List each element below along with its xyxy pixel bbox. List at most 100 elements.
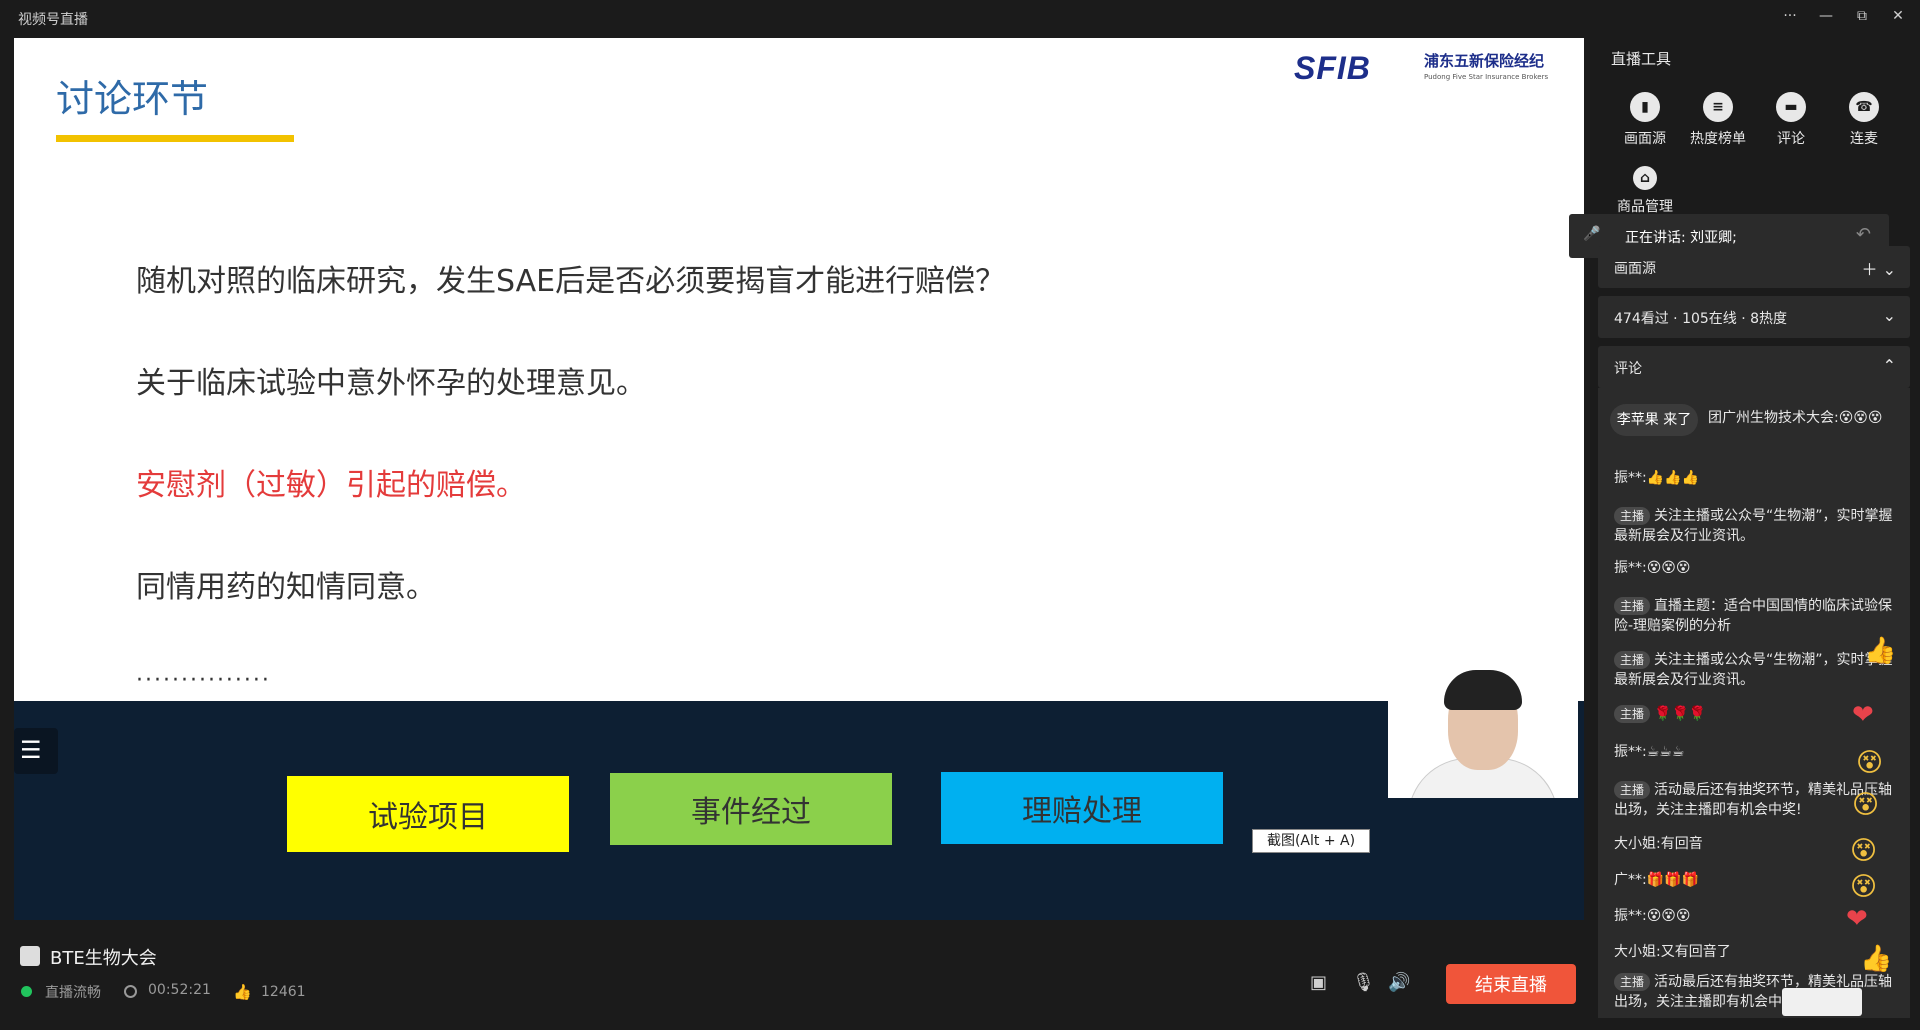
end-live-button[interactable]: 结束直播 bbox=[1446, 964, 1576, 1004]
muted-mic-icon: 🎤 bbox=[1583, 226, 1601, 242]
title-underline bbox=[56, 135, 294, 142]
chevron-down-icon[interactable]: ⌄ bbox=[1883, 306, 1896, 325]
add-chevron-icon[interactable]: ＋ ⌄ bbox=[1862, 256, 1897, 280]
section-comments[interactable]: 评论 ⌃ bbox=[1598, 346, 1910, 388]
box-event: 事件经过 bbox=[610, 773, 892, 845]
floating-smile-icon: 😵 bbox=[1852, 790, 1880, 820]
comment-item: 主播 直播主题：适合中国国情的临床试验保险-理赔案例的分析 bbox=[1614, 596, 1904, 636]
comment-text: 振**:👍👍👍 bbox=[1614, 470, 1700, 486]
live-duration: 00:52:21 bbox=[148, 982, 211, 998]
comment-item: 主播 关注主播或公众号“生物潮”，实时掌握最新展会及行业资讯。 bbox=[1614, 650, 1904, 690]
presenter-hair bbox=[1444, 670, 1522, 710]
tray-icons[interactable] bbox=[1782, 988, 1862, 1016]
comment-item: 振**:😵😵😵 bbox=[1614, 558, 1904, 578]
like-icon: 👍 bbox=[233, 983, 252, 1001]
comment-text: 振**:☕☕☕ bbox=[1614, 744, 1685, 760]
speaker-icon[interactable]: 🔊 bbox=[1388, 972, 1410, 993]
tool-comments[interactable]: ▬ 评论 bbox=[1754, 92, 1828, 148]
host-tag: 主播 bbox=[1614, 781, 1651, 799]
menu-icon: ☰ bbox=[20, 736, 42, 764]
box-claims: 理赔处理 bbox=[941, 772, 1223, 844]
question-3: 安慰剂（过敏）引起的赔偿。 bbox=[136, 468, 526, 503]
panel-title: 直播工具 bbox=[1611, 50, 1672, 68]
tool-hot-list[interactable]: ≡ 热度榜单 bbox=[1681, 92, 1755, 148]
box-trial-project: 试验项目 bbox=[287, 776, 569, 852]
host-tag: 主播 bbox=[1614, 651, 1651, 669]
host-tag: 主播 bbox=[1614, 597, 1651, 615]
screenshot-tooltip: 截图(Alt + A) bbox=[1252, 829, 1370, 853]
sfib-logo: SFIB 浦东五新保险经纪 Pudong Five Star Insurance… bbox=[1294, 48, 1576, 86]
comment-text: 关注主播或公众号“生物潮”，实时掌握最新展会及行业资讯。 bbox=[1614, 652, 1893, 688]
microphone-icon[interactable]: 🎙 bbox=[1352, 972, 1375, 993]
clock-icon bbox=[124, 985, 137, 998]
slide-ellipsis: ··············· bbox=[136, 668, 271, 693]
comment-text: 振**:😵😵😵 bbox=[1614, 908, 1691, 924]
list-icon: ≡ bbox=[1703, 92, 1733, 122]
floating-heart-icon: ❤ bbox=[1846, 904, 1868, 934]
stats-text: 474看过 · 105在线 · 8热度 bbox=[1614, 311, 1788, 327]
comment-item: 团广州生物技术大会:😵😵😵 bbox=[1708, 408, 1908, 428]
camera-icon[interactable]: ▣ bbox=[1310, 972, 1327, 993]
bag-icon: ⌂ bbox=[1633, 166, 1657, 190]
tool-label: 商品管理 bbox=[1617, 199, 1673, 215]
close-icon[interactable]: ✕ bbox=[1886, 4, 1910, 28]
floating-smile-icon: 😵 bbox=[1850, 836, 1878, 866]
room-icon bbox=[20, 946, 40, 966]
speaking-text: 正在讲话: 刘亚卿; bbox=[1625, 230, 1737, 246]
comment-text: 大小姐:又有回音了 bbox=[1614, 944, 1731, 960]
comment-text: 振**:😵😵😵 bbox=[1614, 560, 1691, 576]
like-count: 12461 bbox=[261, 984, 306, 1000]
logo-cn: 浦东五新保险经纪 bbox=[1424, 52, 1545, 70]
comment-text: 活动最后还有抽奖环节，精美礼品压轴出场，关注主播即有机会中奖! bbox=[1614, 782, 1893, 818]
section-label: 评论 bbox=[1614, 361, 1642, 377]
app-title: 视频号直播 bbox=[18, 12, 88, 28]
slide-title: 讨论环节 bbox=[56, 77, 209, 121]
tool-label: 连麦 bbox=[1850, 131, 1878, 147]
section-screen-source[interactable]: 画面源 ＋ ⌄ bbox=[1598, 246, 1910, 288]
viewer-joined-toast: 李苹果 来了 bbox=[1610, 404, 1698, 436]
tool-co-host[interactable]: ☎ 连麦 bbox=[1827, 92, 1901, 148]
webcam-overlay bbox=[1388, 662, 1578, 798]
section-stats[interactable]: 474看过 · 105在线 · 8热度 ⌄ bbox=[1598, 296, 1910, 338]
comment-text: 广**:🎁🎁🎁 bbox=[1614, 872, 1700, 888]
title-bar: 视频号直播 ··· — ⧉ ✕ bbox=[0, 0, 1920, 36]
phone-icon: ☎ bbox=[1849, 92, 1879, 122]
section-label: 画面源 bbox=[1614, 261, 1656, 277]
reply-icon[interactable]: ↶ bbox=[1856, 224, 1871, 245]
tool-screen-source[interactable]: ▮ 画面源 bbox=[1608, 92, 1682, 148]
status-dot-icon bbox=[21, 986, 32, 997]
screen-source-icon: ▮ bbox=[1630, 92, 1660, 122]
comment-icon: ▬ bbox=[1776, 92, 1806, 122]
tool-products[interactable]: ⌂ 商品管理 bbox=[1608, 166, 1682, 216]
logo-en: Pudong Five Star Insurance Brokers bbox=[1424, 73, 1549, 81]
restore-icon[interactable]: ⧉ bbox=[1850, 4, 1874, 28]
stream-status: 直播流畅 bbox=[45, 985, 101, 1001]
floating-heart-icon: ❤ bbox=[1852, 700, 1874, 730]
more-icon[interactable]: ··· bbox=[1778, 4, 1802, 28]
comment-text: 直播主题：适合中国国情的临床试验保险-理赔案例的分析 bbox=[1614, 598, 1893, 634]
minimize-icon[interactable]: — bbox=[1814, 4, 1838, 28]
comment-text: 团广州生物技术大会:😵😵😵 bbox=[1708, 410, 1883, 426]
question-4: 同情用药的知情同意。 bbox=[136, 570, 436, 605]
chevron-up-icon[interactable]: ⌃ bbox=[1883, 356, 1896, 375]
tool-label: 画面源 bbox=[1624, 131, 1666, 147]
slide-menu-button[interactable]: ☰ bbox=[14, 728, 58, 774]
comment-text: 大小姐:有回音 bbox=[1614, 836, 1703, 852]
host-tag: 主播 bbox=[1614, 507, 1651, 525]
floating-thumb-icon: 👍 bbox=[1864, 636, 1897, 666]
room-name: BTE生物大会 bbox=[50, 948, 157, 969]
floating-smile-icon: 😵 bbox=[1856, 748, 1884, 778]
question-2: 关于临床试验中意外怀孕的处理意见。 bbox=[136, 366, 646, 401]
host-tag: 主播 bbox=[1614, 705, 1651, 723]
tool-label: 评论 bbox=[1777, 131, 1805, 147]
floating-smile-icon: 😵 bbox=[1850, 872, 1878, 902]
comment-text: 关注主播或公众号“生物潮”，实时掌握最新展会及行业资讯。 bbox=[1614, 508, 1893, 544]
comment-text: 🌹🌹🌹 bbox=[1654, 706, 1707, 722]
comment-item: 主播 关注主播或公众号“生物潮”，实时掌握最新展会及行业资讯。 bbox=[1614, 506, 1904, 546]
comment-item: 振**:👍👍👍 bbox=[1614, 468, 1904, 488]
host-tag: 主播 bbox=[1614, 973, 1651, 991]
live-preview: 讨论环节 SFIB 浦东五新保险经纪 Pudong Five Star Insu… bbox=[14, 38, 1584, 920]
window-controls: ··· — ⧉ ✕ bbox=[1778, 4, 1910, 28]
question-1: 随机对照的临床研究，发生SAE后是否必须要揭盲才能进行赔偿？ bbox=[136, 264, 1006, 299]
logo-mark: SFIB bbox=[1294, 50, 1371, 86]
